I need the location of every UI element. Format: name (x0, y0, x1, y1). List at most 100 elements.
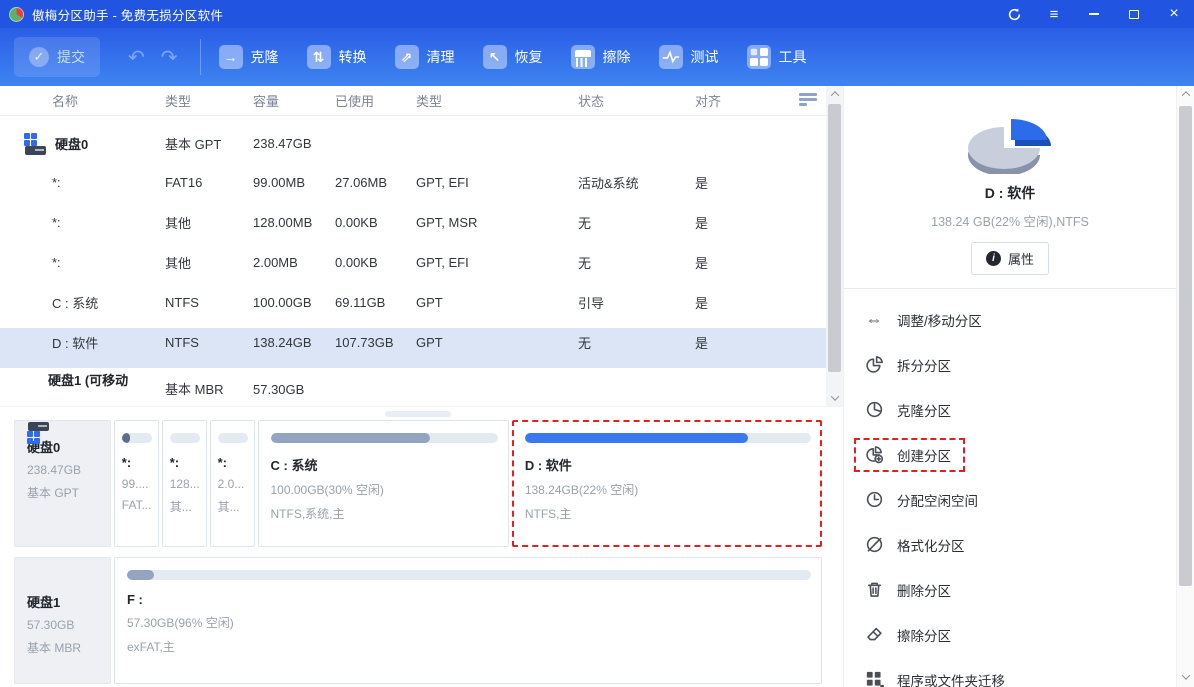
toolbar-separator (200, 39, 201, 75)
format-partition-icon (864, 535, 884, 555)
titlebar: 傲梅分区助手 - 免费无损分区软件 ≡ × (0, 0, 1194, 28)
col-header-aligned: 对齐 (695, 91, 803, 110)
table-row-partition[interactable]: *: 其他 2.00MB 0.00KB GPT, EFI 无 是 (0, 248, 843, 288)
tools-grid-icon (747, 45, 771, 69)
toolbar-label: 清理 (427, 47, 455, 67)
toolbar-label: 工具 (779, 47, 807, 67)
view-toggle-icon[interactable] (799, 93, 817, 108)
disk1-row: 硬盘1 57.30GB 基本 MBR F : 57.30GB(96% 空闲) e… (14, 557, 822, 684)
scroll-up-icon[interactable] (826, 86, 843, 102)
split-partition-icon (864, 355, 884, 375)
usage-bar (122, 433, 152, 443)
shredder-icon (571, 45, 595, 69)
menu-item-create[interactable]: 创建分区 (844, 432, 1176, 477)
toolbar-label: 恢复 (515, 47, 543, 67)
table-row-partition-c[interactable]: C : 系统 NTFS 100.00GB 69.11GB GPT 引导 是 (0, 288, 843, 328)
menu-icon[interactable]: ≡ (1034, 0, 1074, 28)
selected-partition-name: D : 软件 (844, 183, 1176, 203)
close-icon[interactable]: × (1154, 0, 1194, 28)
table-row-partition[interactable]: *: FAT16 99.00MB 27.06MB GPT, EFI 活动&系统 … (0, 168, 843, 208)
maximize-icon[interactable] (1114, 0, 1154, 28)
partition-block-d-selected[interactable]: D : 软件 138.24GB(22% 空闲) NTFS,主 (512, 420, 822, 547)
wipe-partition-icon (864, 625, 884, 645)
partition-block-f[interactable]: F : 57.30GB(96% 空闲) exFAT,主 (114, 557, 822, 684)
usage-bar (218, 433, 248, 443)
table-row-partition[interactable]: *: 其他 128.00MB 0.00KB GPT, MSR 无 是 (0, 208, 843, 248)
delete-partition-icon (864, 580, 884, 600)
partition-block-c[interactable]: C : 系统 100.00GB(30% 空闲) NTFS,系统,主 (258, 420, 509, 547)
toolbar-button-recover[interactable]: ↖ 恢复 (483, 45, 543, 69)
pie-chart-icon (945, 96, 1075, 174)
submit-label: 提交 (57, 47, 85, 67)
window-controls: ≡ × (994, 0, 1194, 28)
resize-move-icon: ⇔ (864, 310, 884, 330)
toolbar-button-convert[interactable]: ⇅ 转换 (307, 45, 367, 69)
menu-item-clone[interactable]: 克隆分区 (844, 387, 1176, 432)
toolbar-button-erase[interactable]: 擦除 (571, 45, 631, 69)
toolbar-label: 测试 (691, 47, 719, 67)
app-migration-icon (864, 670, 884, 687)
clone-icon: → (219, 45, 243, 69)
usage-bar (127, 570, 811, 580)
disk0-info[interactable]: 硬盘0 238.47GB 基本 GPT (14, 420, 111, 547)
toolbar-button-clone[interactable]: → 克隆 (219, 45, 279, 69)
toolbar-button-clean[interactable]: ⇗ 清理 (395, 45, 455, 69)
selected-partition-card: D : 软件 138.24 GB(22% 空闲),NTFS i 属性 (844, 86, 1176, 275)
disk-map: 硬盘0 238.47GB 基本 GPT *: 99.... FAT... *: … (0, 420, 843, 687)
app-window: 傲梅分区助手 - 免费无损分区软件 ≡ × ✓ 提交 ↶ ↷ → 克隆 ⇅ 转换 (0, 0, 1194, 687)
hdd-icon (24, 133, 48, 155)
create-partition-icon (864, 445, 884, 465)
usage-bar (271, 433, 498, 443)
col-header-status: 状态 (578, 91, 695, 110)
volume-table: 名称 类型 容量 已使用 类型 状态 对齐 硬盘0 基本 GPT (0, 86, 843, 406)
app-logo-icon (9, 7, 24, 22)
col-header-type: 类型 (165, 91, 253, 110)
pane-splitter[interactable] (0, 406, 843, 420)
menu-item-allocate[interactable]: 分配空闲空间 (844, 477, 1176, 522)
left-pane: 名称 类型 容量 已使用 类型 状态 对齐 硬盘0 基本 GPT (0, 86, 843, 687)
scroll-down-icon[interactable] (1177, 669, 1194, 685)
check-icon: ✓ (29, 47, 49, 67)
toolbar-button-tools[interactable]: 工具 (747, 45, 807, 69)
splitter-handle[interactable] (385, 411, 451, 417)
menu-item-app-migration[interactable]: 程序或文件夹迁移 (844, 657, 1176, 687)
disk1-info[interactable]: 硬盘1 57.30GB 基本 MBR (14, 557, 111, 684)
menu-item-format[interactable]: 格式化分区 (844, 522, 1176, 567)
menu-item-resize-move[interactable]: ⇔ 调整/移动分区 (844, 297, 1176, 342)
table-row-disk1[interactable]: 硬盘1 (可移动 基本 MBR 57.30GB (0, 368, 843, 404)
submit-button[interactable]: ✓ 提交 (14, 37, 100, 77)
table-row-disk0[interactable]: 硬盘0 基本 GPT 238.47GB (0, 128, 843, 168)
properties-button[interactable]: i 属性 (971, 242, 1049, 275)
sidebar-scrollbar[interactable] (1176, 86, 1194, 687)
menu-item-wipe[interactable]: 擦除分区 (844, 612, 1176, 657)
clone-partition-icon (864, 400, 884, 420)
partition-block[interactable]: *: 99.... FAT... (114, 420, 159, 547)
menu-item-delete[interactable]: 删除分区 (844, 567, 1176, 612)
convert-icon: ⇅ (307, 45, 331, 69)
undo-icon[interactable]: ↶ (128, 45, 145, 70)
table-row-partition-d-selected[interactable]: D : 软件 NTFS 138.24GB 107.73GB GPT 无 是 (0, 328, 843, 368)
partition-block[interactable]: *: 2.0... 其... (210, 420, 255, 547)
selected-partition-detail: 138.24 GB(22% 空闲),NTFS (844, 211, 1176, 230)
scroll-down-icon[interactable] (826, 390, 843, 406)
scroll-up-icon[interactable] (1177, 86, 1194, 102)
col-header-used: 已使用 (335, 91, 416, 110)
disk0-row: 硬盘0 238.47GB 基本 GPT *: 99.... FAT... *: … (14, 420, 822, 547)
partition-block[interactable]: *: 128... 其... (162, 420, 207, 547)
col-header-capacity: 容量 (253, 91, 335, 110)
waveform-icon (659, 45, 683, 69)
redo-icon[interactable]: ↷ (161, 45, 178, 70)
toolbar-label: 克隆 (251, 47, 279, 67)
toolbar-button-test[interactable]: 测试 (659, 45, 719, 69)
table-scrollbar[interactable] (826, 86, 843, 406)
toolbar-label: 转换 (339, 47, 367, 67)
minimize-icon[interactable] (1074, 0, 1114, 28)
menu-item-split[interactable]: 拆分分区 (844, 342, 1176, 387)
app-title: 傲梅分区助手 - 免费无损分区软件 (32, 5, 223, 24)
partition-actions-menu: ⇔ 调整/移动分区 拆分分区 (844, 289, 1176, 687)
allocate-space-icon (864, 490, 884, 510)
refresh-icon[interactable] (994, 0, 1034, 28)
col-header-name: 名称 (0, 91, 165, 110)
scrollbar-thumb[interactable] (828, 104, 841, 372)
scrollbar-thumb[interactable] (1179, 106, 1192, 586)
